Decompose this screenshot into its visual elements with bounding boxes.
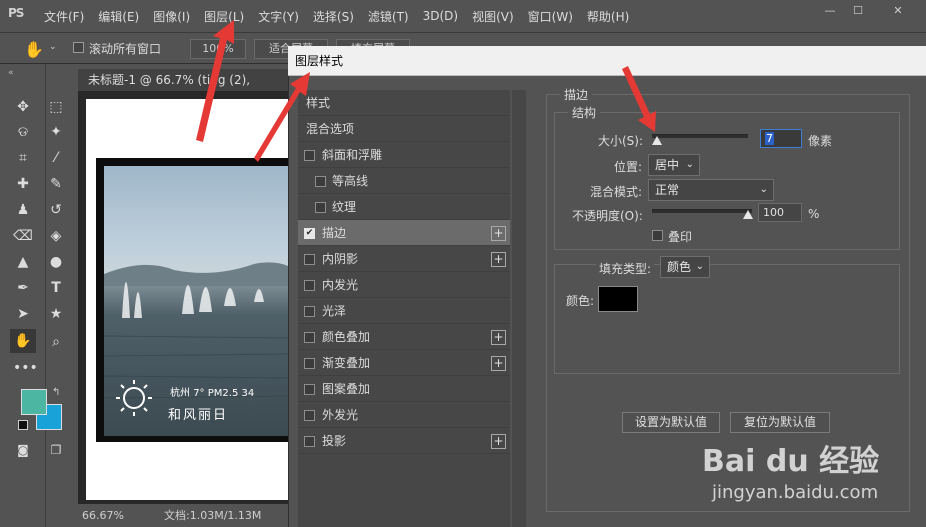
arrow-to-size-slider-icon [622, 66, 656, 132]
watermark-url: jingyan.baidu.com [712, 482, 879, 503]
watermark-brand: Bai du 经验 [702, 444, 880, 479]
arrow-to-layer-menu-icon [196, 20, 234, 142]
baidu-watermark: Bai du 经验 jingyan.baidu.com [702, 432, 902, 512]
arrow-to-dialog-title-icon [254, 72, 310, 162]
